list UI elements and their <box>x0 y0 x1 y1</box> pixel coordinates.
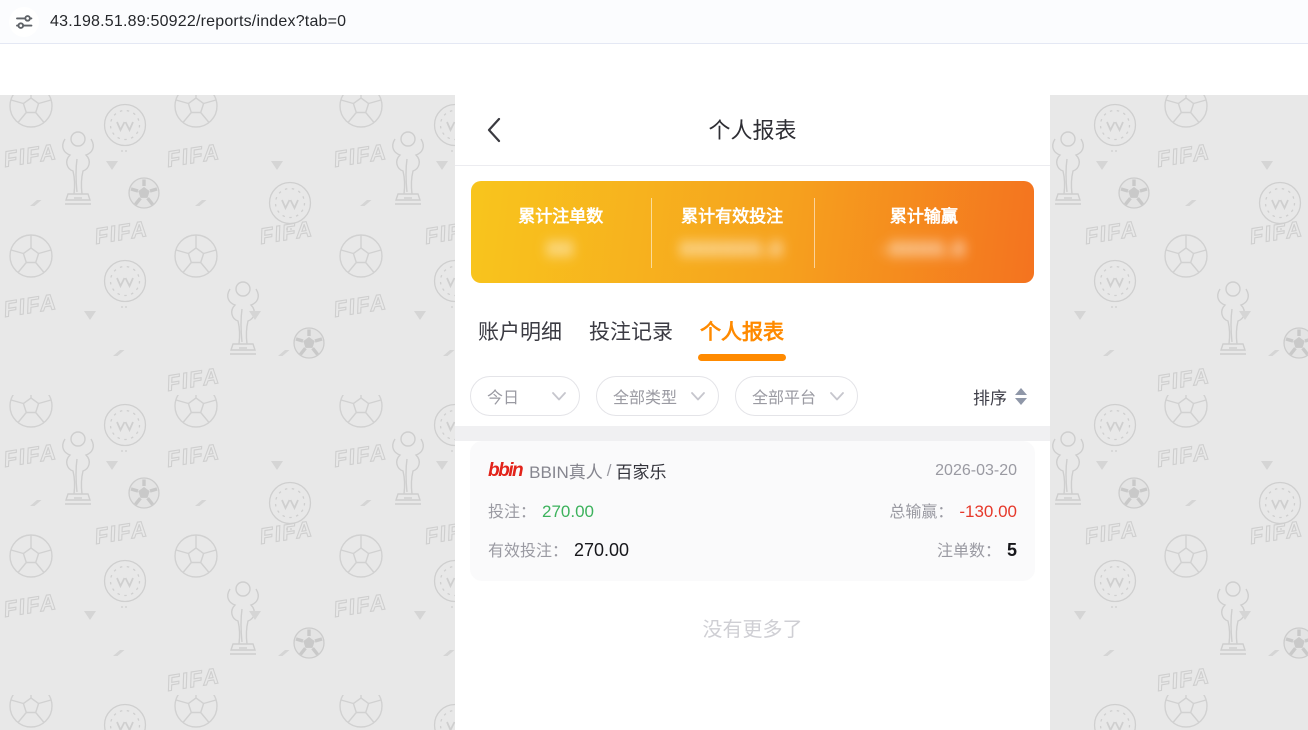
bet-count-metric: 注单数： 5 <box>937 537 1017 561</box>
app-panel: 个人报表 累计注单数 88 累计有效投注 888888.8 累计输赢 -8888… <box>455 95 1050 730</box>
page-title: 个人报表 <box>455 95 1050 166</box>
report-list-item[interactable]: bbin BBIN真人 / 百家乐 2026-03-20 投注： 270.00 总… <box>470 441 1035 581</box>
provider-name: BBIN真人 <box>529 458 603 483</box>
browser-window: 43.198.51.89:50922/reports/index?tab=0 <box>0 0 1308 730</box>
type-dropdown[interactable]: 全部类型 <box>596 376 719 416</box>
sort-label: 排序 <box>973 384 1007 409</box>
bet-value: 270.00 <box>542 502 594 521</box>
report-date: 2026-03-20 <box>935 462 1017 480</box>
site-settings-icon[interactable] <box>9 7 39 37</box>
report-metrics-row: 投注： 270.00 总输赢： -130.00 <box>488 498 1017 522</box>
dropdown-label: 全部类型 <box>613 384 677 408</box>
section-divider <box>455 426 1050 441</box>
bet-metric: 投注： 270.00 <box>488 498 594 522</box>
total-win-loss-metric: 总输赢： -130.00 <box>889 498 1017 522</box>
tab-personal-report[interactable]: 个人报表 <box>700 316 784 361</box>
valid-bet-value: 270.00 <box>574 540 629 560</box>
metric-label: 注单数： <box>937 543 1001 560</box>
stat-value-masked: 888888.8 <box>680 238 784 262</box>
stat-label: 累计有效投注 <box>681 202 783 227</box>
metric-label: 总输赢： <box>889 504 953 521</box>
stat-value-masked: 88 <box>547 238 574 262</box>
summary-stat-bet-count: 累计注单数 88 <box>471 181 651 283</box>
bet-count-value: 5 <box>1007 540 1017 560</box>
sort-control[interactable]: 排序 <box>973 384 1028 409</box>
total-win-loss-value: -130.00 <box>959 502 1017 521</box>
metric-label: 有效投注： <box>488 543 568 560</box>
tab-bar: 账户明细 投注记录 个人报表 <box>455 316 1050 361</box>
separator: / <box>607 461 612 481</box>
chevron-down-icon <box>691 392 705 401</box>
dropdown-label: 全部平台 <box>752 384 816 408</box>
page-background: FIFA <box>0 95 1308 730</box>
platform-dropdown[interactable]: 全部平台 <box>735 376 858 416</box>
filter-bar: 今日 全部类型 全部平台 <box>455 361 1050 426</box>
report-item-header: bbin BBIN真人 / 百家乐 2026-03-20 <box>488 458 1017 483</box>
back-button[interactable] <box>483 117 505 145</box>
date-range-dropdown[interactable]: 今日 <box>470 376 580 416</box>
summary-stat-valid-bets: 累计有效投注 888888.8 <box>651 181 814 283</box>
dropdown-label: 今日 <box>487 384 519 408</box>
bbin-logo: bbin <box>488 460 522 482</box>
sort-arrows-icon <box>1014 387 1028 406</box>
chevron-down-icon <box>830 392 844 401</box>
browser-url-bar: 43.198.51.89:50922/reports/index?tab=0 <box>0 0 1308 44</box>
tab-account-details[interactable]: 账户明细 <box>478 316 562 361</box>
url-omnibox[interactable]: 43.198.51.89:50922/reports/index?tab=0 <box>50 13 346 31</box>
summary-card: 累计注单数 88 累计有效投注 888888.8 累计输赢 -8888.8 <box>471 181 1034 283</box>
stat-label: 累计注单数 <box>518 202 603 227</box>
report-metrics-row: 有效投注： 270.00 注单数： 5 <box>488 537 1017 561</box>
tab-bet-records[interactable]: 投注记录 <box>589 316 673 361</box>
chevron-down-icon <box>552 392 566 401</box>
page-top-spacer <box>0 44 1308 95</box>
metric-label: 投注： <box>488 504 536 521</box>
game-name: 百家乐 <box>616 458 667 483</box>
summary-stat-win-loss: 累计输赢 -8888.8 <box>814 181 1034 283</box>
list-end-text: 没有更多了 <box>455 613 1050 642</box>
valid-bet-metric: 有效投注： 270.00 <box>488 537 629 561</box>
app-header: 个人报表 <box>455 95 1050 166</box>
chevron-left-icon <box>486 117 502 143</box>
stat-value-masked: -8888.8 <box>881 238 966 262</box>
stat-label: 累计输赢 <box>890 202 958 227</box>
